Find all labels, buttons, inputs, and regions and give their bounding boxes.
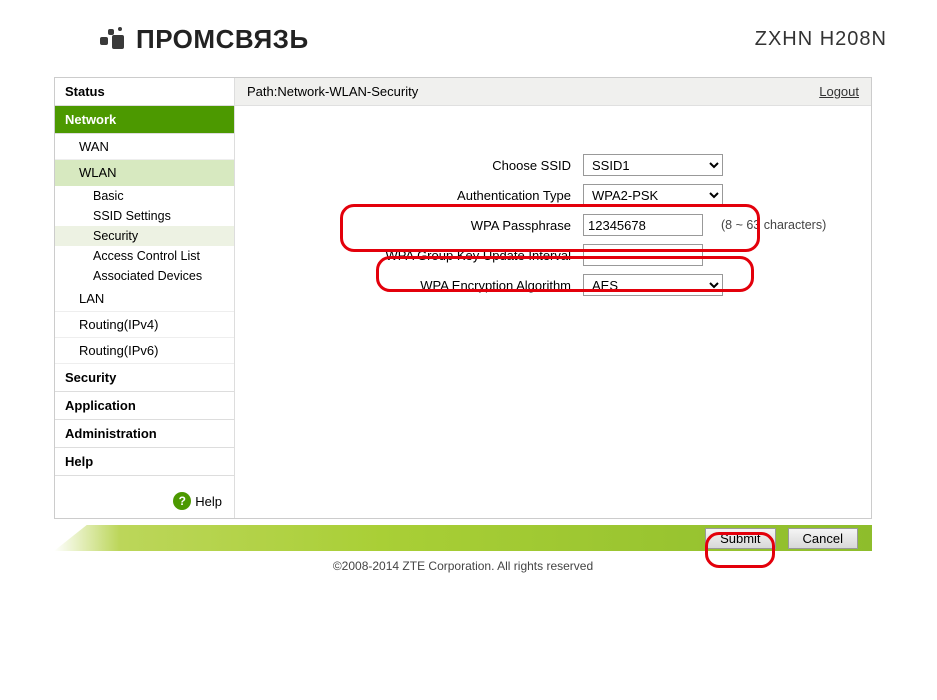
device-model: ZXHN H208N xyxy=(755,28,897,51)
label-wpa-passphrase: WPA Passphrase xyxy=(265,218,575,233)
input-group-key-interval[interactable] xyxy=(583,244,703,266)
nav-wlan-ssid-settings[interactable]: SSID Settings xyxy=(55,206,234,226)
nav-application[interactable]: Application xyxy=(55,392,234,420)
content-pane: Path:Network-WLAN-Security Logout Choose… xyxy=(235,78,871,518)
label-choose-ssid: Choose SSID xyxy=(265,158,575,173)
logout-link[interactable]: Logout xyxy=(819,84,859,99)
label-auth-type: Authentication Type xyxy=(265,188,575,203)
nav-wan[interactable]: WAN xyxy=(55,134,234,160)
copyright: ©2008-2014 ZTE Corporation. All rights r… xyxy=(54,551,872,581)
nav-routing-ipv6[interactable]: Routing(IPv6) xyxy=(55,338,234,364)
select-auth-type[interactable]: WPA2-PSK xyxy=(583,184,723,206)
label-encryption-algorithm: WPA Encryption Algorithm xyxy=(265,278,575,293)
select-choose-ssid[interactable]: SSID1 xyxy=(583,154,723,176)
brand-logo: ПРОМСВЯЗЬ xyxy=(100,24,309,55)
nav-lan[interactable]: LAN xyxy=(55,286,234,312)
submit-button[interactable]: Submit xyxy=(705,528,775,549)
nav-routing-ipv4[interactable]: Routing(IPv4) xyxy=(55,312,234,338)
input-wpa-passphrase[interactable] xyxy=(583,214,703,236)
nav-help[interactable]: Help xyxy=(55,448,234,476)
nav-status[interactable]: Status xyxy=(55,78,234,106)
action-bar: Submit Cancel xyxy=(54,525,872,551)
sidebar: Status Network WAN WLAN Basic SSID Setti… xyxy=(55,78,235,518)
nav-wlan-assoc[interactable]: Associated Devices xyxy=(55,266,234,286)
cancel-button[interactable]: Cancel xyxy=(788,528,858,549)
nav-administration[interactable]: Administration xyxy=(55,420,234,448)
help-icon: ? xyxy=(173,492,191,510)
label-group-key-interval: WPA Group Key Update Interval xyxy=(265,248,575,263)
nav-network[interactable]: Network xyxy=(55,106,234,134)
select-encryption-algorithm[interactable]: AES xyxy=(583,274,723,296)
nav-wlan[interactable]: WLAN xyxy=(55,160,234,186)
help-link[interactable]: ? Help xyxy=(173,492,222,510)
nav-wlan-security[interactable]: Security xyxy=(55,226,234,246)
breadcrumb: Path:Network-WLAN-Security xyxy=(247,84,418,99)
brand-text: ПРОМСВЯЗЬ xyxy=(136,24,309,55)
nav-wlan-basic[interactable]: Basic xyxy=(55,186,234,206)
nav-wlan-acl[interactable]: Access Control List xyxy=(55,246,234,266)
nav-security[interactable]: Security xyxy=(55,364,234,392)
passphrase-hint: (8 ~ 63 characters) xyxy=(721,218,826,232)
help-link-label: Help xyxy=(195,494,222,509)
logo-icon xyxy=(100,25,130,55)
